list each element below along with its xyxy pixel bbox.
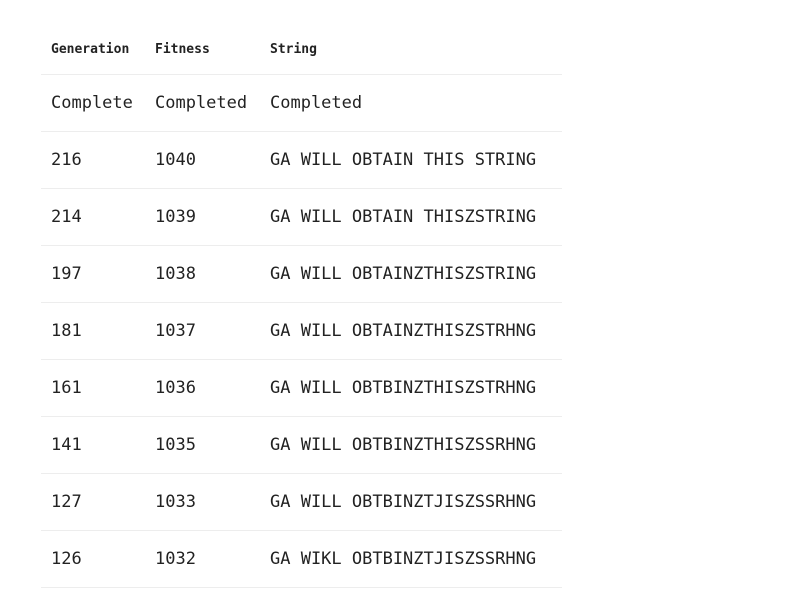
cell-string: GA WILL OBTBINZTHISZSSRHNG: [260, 416, 562, 474]
table-row: 126 1032 GA WIKL OBTBINZTJISZSSRHNG: [41, 530, 562, 588]
cell-generation: 141: [41, 416, 145, 474]
cell-generation: 197: [41, 245, 145, 303]
column-header-fitness: Fitness: [145, 25, 260, 75]
cell-string: Completed: [260, 74, 562, 132]
column-header-string: String: [260, 25, 562, 75]
cell-string: GA WILL OBTBINZTHISZSTRHNG: [260, 359, 562, 417]
cell-generation: Complete: [41, 74, 145, 132]
column-header-generation: Generation: [41, 25, 145, 75]
cell-generation: 161: [41, 359, 145, 417]
results-table: Generation Fitness String Complete Compl…: [41, 25, 562, 588]
cell-string: GA WILL OBTAINZTHISZSTRHNG: [260, 302, 562, 360]
cell-string: GA WILL OBTAIN THIS STRING: [260, 131, 562, 189]
cell-fitness: 1033: [145, 473, 260, 531]
table-row: 141 1035 GA WILL OBTBINZTHISZSSRHNG: [41, 416, 562, 474]
cell-string: GA WILL OBTBINZTJISZSSRHNG: [260, 473, 562, 531]
table-row: 214 1039 GA WILL OBTAIN THISZSTRING: [41, 188, 562, 246]
table-body: Complete Completed Completed 216 1040 GA…: [41, 74, 562, 588]
cell-fitness: 1038: [145, 245, 260, 303]
table-row: 181 1037 GA WILL OBTAINZTHISZSTRHNG: [41, 302, 562, 360]
table-header: Generation Fitness String: [41, 25, 562, 75]
cell-string: GA WIKL OBTBINZTJISZSSRHNG: [260, 530, 562, 588]
table-row: 216 1040 GA WILL OBTAIN THIS STRING: [41, 131, 562, 189]
cell-generation: 127: [41, 473, 145, 531]
cell-fitness: 1032: [145, 530, 260, 588]
table-row: 161 1036 GA WILL OBTBINZTHISZSTRHNG: [41, 359, 562, 417]
cell-generation: 216: [41, 131, 145, 189]
table-header-row: Generation Fitness String: [41, 25, 562, 75]
cell-string: GA WILL OBTAINZTHISZSTRING: [260, 245, 562, 303]
cell-fitness: 1035: [145, 416, 260, 474]
cell-generation: 214: [41, 188, 145, 246]
cell-fitness: 1037: [145, 302, 260, 360]
table-row: 127 1033 GA WILL OBTBINZTJISZSSRHNG: [41, 473, 562, 531]
cell-fitness: Completed: [145, 74, 260, 132]
table-row: 197 1038 GA WILL OBTAINZTHISZSTRING: [41, 245, 562, 303]
cell-string: GA WILL OBTAIN THISZSTRING: [260, 188, 562, 246]
cell-generation: 126: [41, 530, 145, 588]
cell-fitness: 1039: [145, 188, 260, 246]
cell-fitness: 1040: [145, 131, 260, 189]
cell-generation: 181: [41, 302, 145, 360]
cell-fitness: 1036: [145, 359, 260, 417]
table-row: Complete Completed Completed: [41, 74, 562, 132]
